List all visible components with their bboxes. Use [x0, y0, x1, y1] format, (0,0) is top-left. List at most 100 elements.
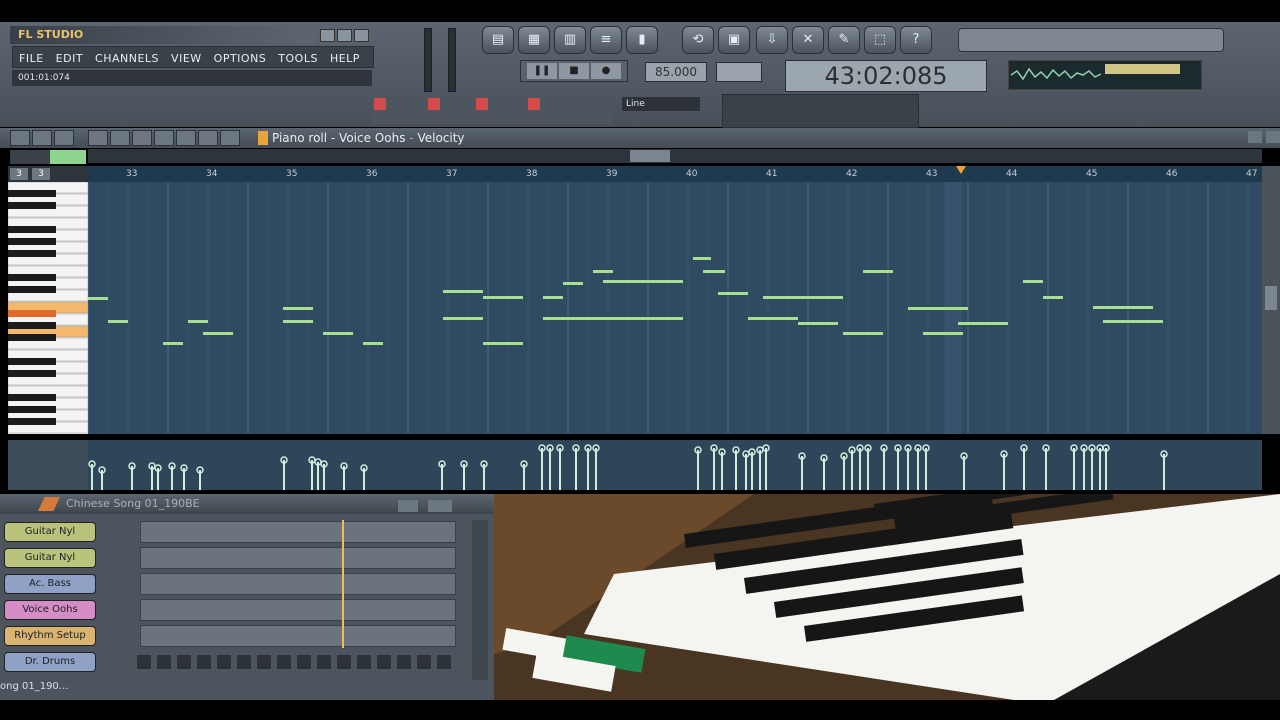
menu-edit[interactable]: EDIT — [56, 49, 83, 69]
note — [203, 332, 233, 335]
export-icon[interactable]: ⇩ — [756, 26, 788, 54]
zoom-icon[interactable] — [220, 130, 240, 146]
piano-roll-arrow-icon[interactable] — [258, 131, 268, 145]
step-button — [276, 654, 292, 670]
note — [163, 342, 183, 345]
menu-file[interactable]: FILE — [19, 49, 44, 69]
piano-roll-target[interactable]: Velocity — [417, 131, 464, 145]
render-icon[interactable]: ⬚ — [864, 26, 896, 54]
step-button — [376, 654, 392, 670]
stop-icon[interactable]: ■ — [559, 63, 589, 79]
piano-roll-icon[interactable]: ▥ — [554, 26, 586, 54]
browser-icon[interactable]: ≡ — [590, 26, 622, 54]
select-icon[interactable] — [198, 130, 218, 146]
draw-icon[interactable] — [88, 130, 108, 146]
note — [443, 317, 483, 320]
menu-help[interactable]: HELP — [330, 49, 360, 69]
cpu-meter — [1105, 64, 1180, 74]
stretch-icon[interactable]: 3 — [10, 168, 28, 180]
menu-view[interactable]: VIEW — [171, 49, 202, 69]
close-icon[interactable] — [1266, 131, 1280, 143]
metronome-icon[interactable] — [476, 98, 488, 110]
channel-pattern-row[interactable] — [140, 573, 456, 595]
step-button — [356, 654, 372, 670]
menu-options[interactable]: OPTIONS — [214, 49, 267, 69]
step-button — [296, 654, 312, 670]
record-icon[interactable]: ● — [591, 63, 621, 79]
tempo-display[interactable]: 85.000 — [645, 62, 707, 82]
cut-icon[interactable]: ✕ — [792, 26, 824, 54]
channel-button[interactable]: Ac. Bass — [4, 574, 96, 594]
window-controls — [320, 27, 371, 46]
scroll-thumb[interactable] — [630, 150, 670, 162]
piano-keyboard[interactable] — [7, 181, 89, 434]
pattern-view-icon[interactable] — [428, 500, 452, 512]
vertical-scrollbar[interactable] — [1262, 166, 1280, 434]
zoom-level[interactable] — [50, 150, 86, 164]
note-grid[interactable] — [87, 182, 1262, 434]
zoom-controls — [10, 150, 86, 164]
magnet-icon[interactable] — [54, 130, 74, 146]
black-key — [8, 310, 56, 317]
playhead-marker-icon[interactable] — [956, 166, 966, 174]
black-key — [8, 358, 56, 365]
maximize-icon[interactable] — [1248, 131, 1262, 143]
master-pitch-slider[interactable] — [448, 28, 456, 92]
channel-pattern-row[interactable] — [140, 625, 456, 647]
step-button — [436, 654, 452, 670]
paint-icon[interactable] — [110, 130, 130, 146]
undo-icon[interactable]: ⟲ — [682, 26, 714, 54]
snap-icon[interactable]: 3 — [32, 168, 50, 180]
master-volume-slider[interactable] — [424, 28, 432, 92]
song-position-slider[interactable] — [958, 28, 1224, 52]
tools-icon[interactable]: ✎ — [828, 26, 860, 54]
blend-icon[interactable] — [528, 98, 540, 110]
note — [543, 317, 683, 320]
channel-button[interactable]: Rhythm Setup — [4, 626, 96, 646]
sequencer-title: Chinese Song 01_190BE — [66, 497, 200, 510]
delete-icon[interactable] — [132, 130, 152, 146]
snap-selector[interactable]: Line — [622, 97, 700, 111]
mixer-icon[interactable]: ▮ — [626, 26, 658, 54]
channel-button[interactable]: Dr. Drums — [4, 652, 96, 672]
note — [443, 290, 483, 293]
note — [798, 322, 838, 325]
time-ruler[interactable]: 33 34 35 36 37 38 39 40 41 42 43 44 45 4… — [88, 166, 1262, 182]
pause-icon[interactable]: ❚❚ — [527, 63, 557, 79]
help-icon[interactable]: ? — [900, 26, 932, 54]
restore-icon[interactable] — [337, 29, 352, 42]
menu-arrow-icon[interactable] — [10, 130, 30, 146]
playlist-icon[interactable]: ▤ — [482, 26, 514, 54]
horizontal-scrollbar[interactable] — [88, 149, 1262, 163]
tool-icon[interactable] — [32, 130, 52, 146]
piano-roll-title: Piano roll - Voice Oohs - Velocity — [272, 130, 465, 146]
grid-view-icon[interactable] — [398, 500, 418, 512]
channel-pattern-row[interactable] — [140, 547, 456, 569]
sequencer-scrollbar[interactable] — [472, 520, 488, 680]
note — [763, 296, 843, 299]
save-icon[interactable]: ▣ — [718, 26, 750, 54]
step-button — [336, 654, 352, 670]
mute-icon[interactable] — [154, 130, 174, 146]
loop-icon[interactable] — [428, 98, 440, 110]
minimize-icon[interactable] — [320, 29, 335, 42]
pattern-selector[interactable] — [716, 62, 762, 82]
time-display: 43:02:085 — [785, 60, 987, 92]
ruler-tick: 43 — [926, 169, 938, 179]
channel-button[interactable]: Guitar Nyl — [4, 522, 96, 542]
channel-button[interactable]: Guitar Nyl — [4, 548, 96, 568]
scroll-thumb-vertical[interactable] — [1265, 286, 1277, 310]
channel-button[interactable]: Voice Oohs — [4, 600, 96, 620]
record-mode-icon[interactable] — [374, 98, 386, 110]
note — [748, 317, 798, 320]
step-seq-icon[interactable]: ▦ — [518, 26, 550, 54]
slice-icon[interactable] — [176, 130, 196, 146]
step-buttons[interactable] — [136, 654, 456, 672]
close-icon[interactable] — [354, 29, 369, 42]
menu-tools[interactable]: TOOLS — [278, 49, 318, 69]
channel-pattern-row[interactable] — [140, 599, 456, 621]
velocity-lane[interactable] — [88, 440, 1262, 490]
channel-pattern-row[interactable] — [140, 521, 456, 543]
step-button — [176, 654, 192, 670]
menu-channels[interactable]: CHANNELS — [95, 49, 159, 69]
